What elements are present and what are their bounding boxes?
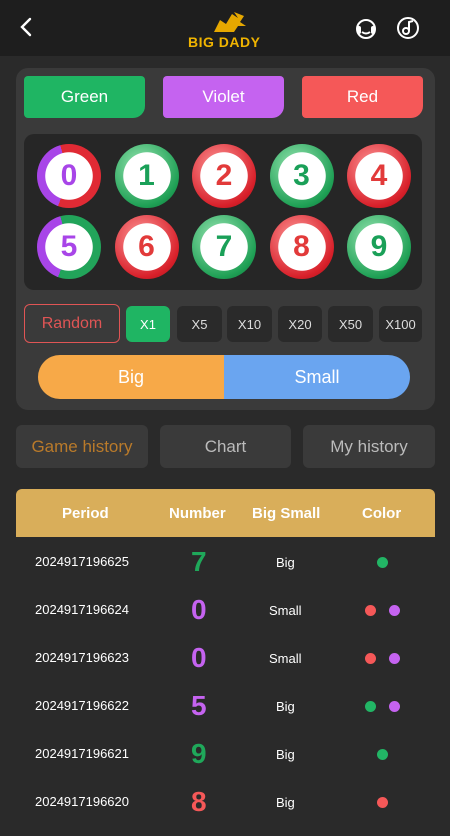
- result-number: 8: [191, 786, 207, 817]
- big-button[interactable]: Big: [38, 355, 224, 399]
- result-number: 9: [191, 738, 207, 769]
- history-table-header: Period Number Big Small Color: [16, 489, 435, 537]
- table-row: 2024917196620 8 Big: [16, 778, 435, 826]
- number-ball-0[interactable]: 0: [37, 144, 101, 208]
- period-value: 2024917196625: [35, 554, 129, 569]
- big-small-toggle: Big Small: [38, 355, 410, 399]
- table-row: 2024917196625 7 Big: [16, 538, 435, 586]
- number-ball-9[interactable]: 9: [347, 215, 411, 279]
- green-button[interactable]: Green: [24, 76, 145, 118]
- tab-chart[interactable]: Chart: [160, 425, 291, 468]
- logo-text: BIG DADY: [188, 34, 261, 50]
- multiplier-x50[interactable]: X50: [328, 306, 373, 342]
- multiplier-x1[interactable]: X1: [126, 306, 170, 342]
- period-value: 2024917196624: [35, 602, 129, 617]
- col-big-small: Big Small: [252, 504, 321, 522]
- number-ball-7[interactable]: 7: [192, 215, 256, 279]
- period-value: 2024917196622: [35, 698, 129, 713]
- multiplier-x20[interactable]: X20: [278, 306, 322, 342]
- big-small-value: Small: [269, 603, 302, 618]
- logo: BIG DADY: [184, 8, 274, 52]
- result-number: 0: [191, 642, 207, 673]
- tab-my-history[interactable]: My history: [303, 425, 435, 468]
- violet-button[interactable]: Violet: [163, 76, 284, 118]
- customer-service-icon[interactable]: [352, 14, 380, 42]
- music-toggle-icon[interactable]: [394, 14, 422, 42]
- big-small-value: Big: [276, 555, 295, 570]
- color-dot: [377, 557, 388, 568]
- number-ball-3[interactable]: 3: [269, 144, 334, 208]
- table-row: 2024917196623 0 Small: [16, 634, 435, 682]
- red-button[interactable]: Red: [302, 76, 423, 118]
- number-ball-6[interactable]: 6: [114, 215, 179, 279]
- number-ball-4[interactable]: 4: [347, 144, 411, 208]
- random-button[interactable]: Random: [24, 304, 120, 343]
- period-value: 2024917196620: [35, 794, 129, 809]
- color-dot: [365, 701, 376, 712]
- col-period: Period: [62, 504, 109, 522]
- big-small-value: Big: [276, 699, 295, 714]
- result-number: 0: [191, 594, 207, 625]
- number-ball-1[interactable]: 1: [114, 144, 179, 208]
- color-dot: [389, 701, 400, 712]
- color-dot: [365, 605, 376, 616]
- tab-game-history[interactable]: Game history: [16, 425, 148, 468]
- number-ball-2[interactable]: 2: [192, 144, 256, 208]
- color-dot: [389, 605, 400, 616]
- small-button[interactable]: Small: [224, 355, 410, 399]
- table-row: 2024917196622 5 Big: [16, 682, 435, 730]
- number-ball-5[interactable]: 5: [37, 215, 101, 279]
- result-number: 5: [191, 690, 207, 721]
- col-number: Number: [169, 504, 226, 522]
- multiplier-x10[interactable]: X10: [227, 306, 272, 342]
- multiplier-x100[interactable]: X100: [379, 306, 422, 342]
- big-small-value: Small: [269, 651, 302, 666]
- back-arrow-icon[interactable]: [14, 14, 40, 40]
- color-dot: [365, 653, 376, 664]
- color-dot: [377, 797, 388, 808]
- big-small-value: Big: [276, 795, 295, 810]
- color-dot: [389, 653, 400, 664]
- result-number: 7: [191, 546, 207, 577]
- period-value: 2024917196623: [35, 650, 129, 665]
- multiplier-x5[interactable]: X5: [177, 306, 222, 342]
- table-row: 2024917196621 9 Big: [16, 730, 435, 778]
- table-row: 2024917196624 0 Small: [16, 586, 435, 634]
- color-dot: [377, 749, 388, 760]
- top-bar: BIG DADY: [0, 0, 450, 56]
- period-value: 2024917196621: [35, 746, 129, 761]
- horse-logo-icon: [214, 12, 246, 32]
- big-small-value: Big: [276, 747, 295, 762]
- col-color: Color: [362, 504, 402, 522]
- number-ball-8[interactable]: 8: [269, 215, 334, 279]
